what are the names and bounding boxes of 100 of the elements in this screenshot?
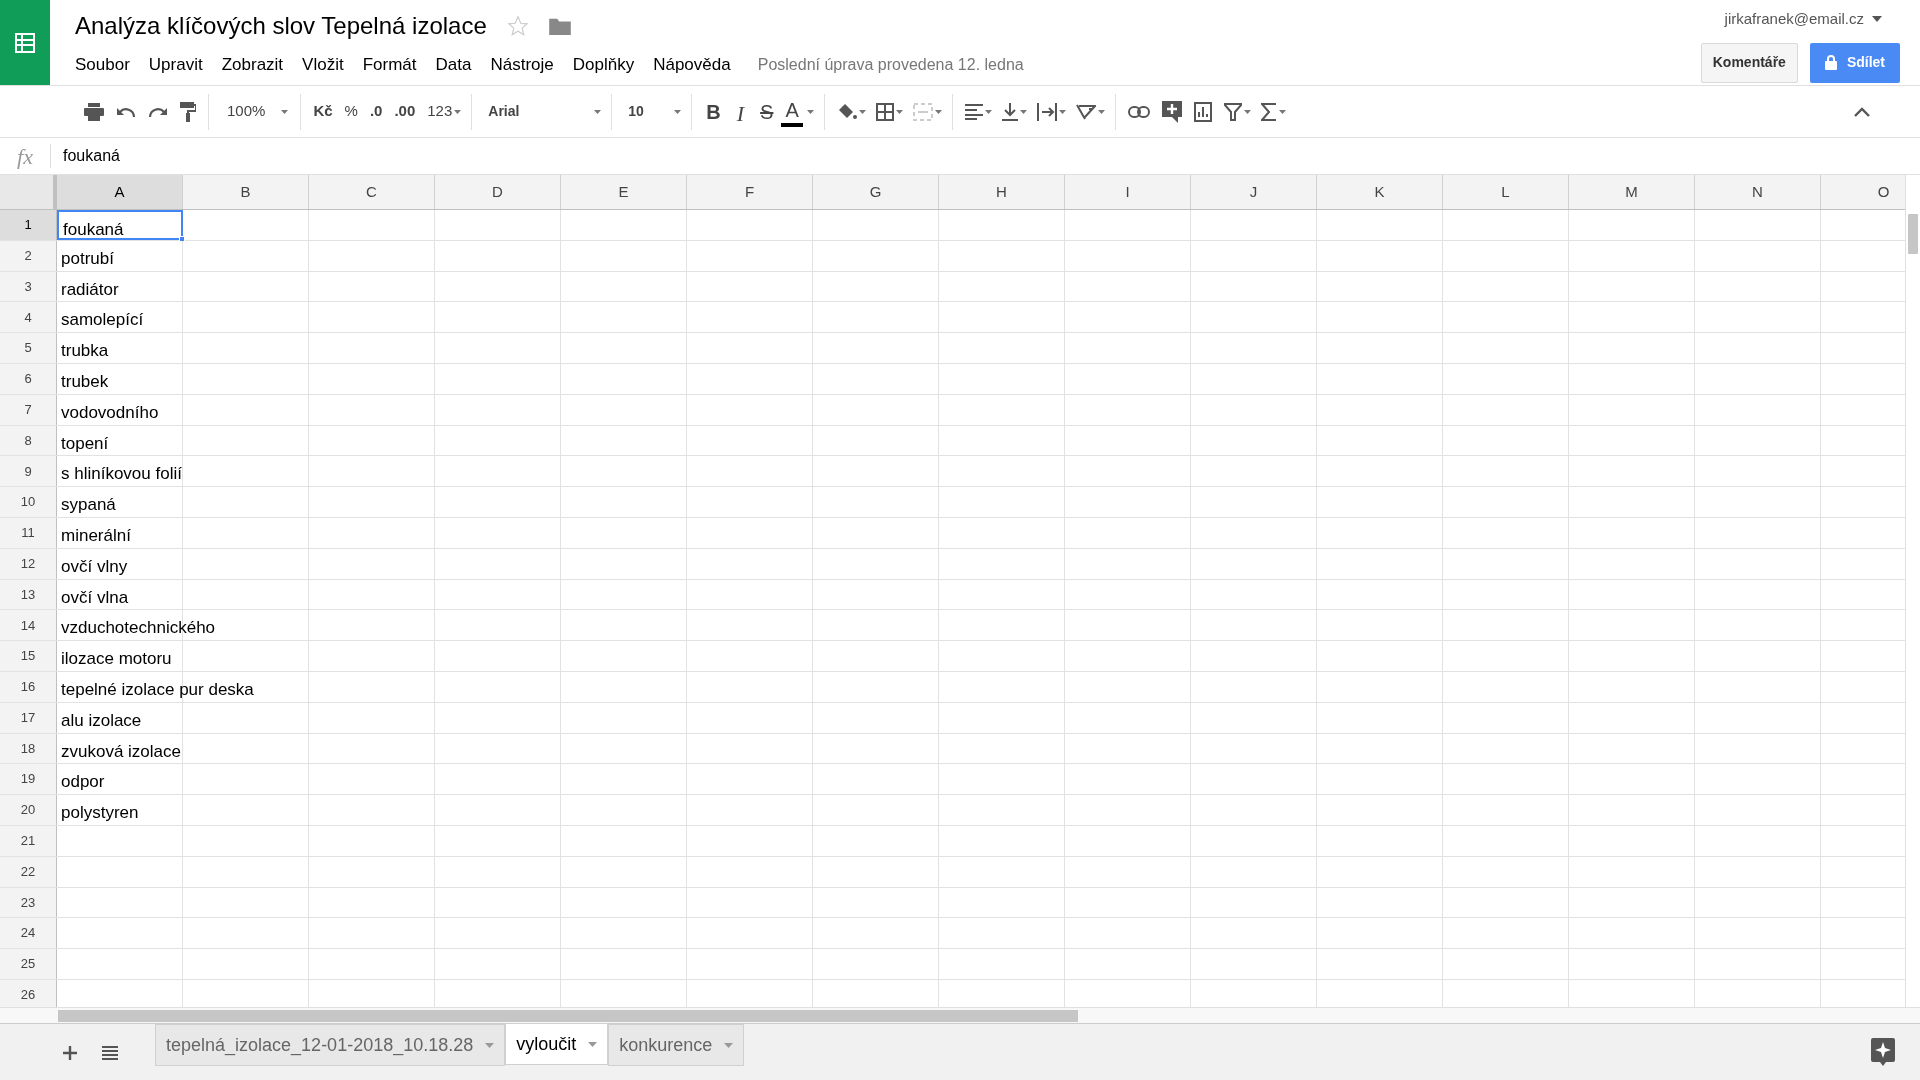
row-header[interactable]: 16 [0, 671, 57, 702]
row-header[interactable]: 12 [0, 548, 57, 579]
column-header[interactable]: I [1065, 175, 1191, 209]
row-header[interactable]: 11 [0, 517, 57, 548]
row-header[interactable]: 22 [0, 856, 57, 887]
column-header[interactable]: H [939, 175, 1065, 209]
cell-text[interactable]: topení [61, 430, 109, 457]
menu-item[interactable]: Nápověda [653, 52, 731, 78]
cell-text[interactable]: s hliníkovou folií [61, 461, 182, 487]
row-header[interactable]: 7 [0, 394, 57, 425]
caret-icon[interactable] [984, 109, 992, 114]
row-header[interactable]: 6 [0, 364, 57, 394]
sheet-tab[interactable]: konkurence [608, 1024, 745, 1066]
caret-icon[interactable] [1278, 109, 1286, 114]
vertical-scrollbar[interactable] [1905, 175, 1920, 1007]
row-header[interactable]: 19 [0, 764, 57, 795]
caret-icon[interactable] [858, 109, 866, 114]
cell-text[interactable]: vzduchotechnického [61, 615, 216, 641]
row-header[interactable]: 8 [0, 425, 57, 456]
cell-text[interactable]: ilozace motoru [61, 646, 172, 672]
row-header[interactable]: 23 [0, 887, 57, 918]
app-logo[interactable] [0, 0, 50, 85]
caret-icon[interactable] [1058, 109, 1066, 114]
caret-icon[interactable] [674, 109, 682, 114]
row-header[interactable]: 21 [0, 825, 57, 856]
last-edit-note[interactable]: Poslední úprava provedena 12. ledna [757, 52, 1024, 77]
cell-text[interactable]: trubka [61, 338, 109, 364]
row-header[interactable]: 24 [0, 918, 57, 949]
caret-icon[interactable] [934, 109, 942, 114]
corner-cell[interactable] [0, 175, 57, 209]
fill-handle[interactable] [179, 235, 185, 242]
row-header[interactable]: 15 [0, 641, 57, 671]
row-header[interactable]: 17 [0, 702, 57, 733]
caret-icon[interactable] [594, 109, 602, 114]
cell-text[interactable]: polystyren [61, 800, 139, 826]
menu-item[interactable]: Formát [362, 52, 417, 78]
cell-text[interactable]: alu izolace [61, 707, 142, 734]
row-header[interactable]: 1 [0, 210, 57, 240]
row-header[interactable]: 18 [0, 733, 57, 764]
menu-item[interactable]: Upravit [148, 52, 203, 78]
caret-icon[interactable] [1097, 109, 1105, 114]
row-header[interactable]: 25 [0, 949, 57, 979]
comments-button[interactable]: Komentáře [1700, 42, 1798, 83]
column-header[interactable]: L [1443, 175, 1569, 209]
star-icon[interactable] [506, 15, 529, 37]
cell-text[interactable]: ovčí vlny [61, 553, 128, 580]
caret-icon[interactable] [806, 109, 814, 114]
row-header[interactable]: 10 [0, 487, 57, 517]
caret-icon[interactable] [1019, 109, 1027, 114]
sheet-tab[interactable]: vyloučit [505, 1023, 609, 1065]
formula-input[interactable]: foukaná [51, 144, 120, 168]
scroll-thumb[interactable] [1908, 214, 1918, 254]
column-header[interactable]: G [813, 175, 939, 209]
menu-item[interactable]: Data [435, 52, 472, 78]
menu-item[interactable]: Doplňky [572, 52, 635, 78]
row-header[interactable]: 20 [0, 795, 57, 825]
column-header[interactable]: B [183, 175, 309, 209]
caret-icon[interactable] [454, 109, 462, 114]
menu-item[interactable]: Nástroje [490, 52, 554, 78]
row-header[interactable]: 26 [0, 979, 57, 1007]
column-header[interactable]: C [309, 175, 435, 209]
font-dropdown[interactable]: Arial [478, 96, 599, 127]
cell-text[interactable]: radiátor [61, 276, 119, 303]
row-header[interactable]: 5 [0, 333, 57, 363]
caret-icon[interactable] [1243, 109, 1251, 114]
increase-decimals-button[interactable]: .00 [388, 96, 422, 127]
row-header[interactable]: 3 [0, 271, 57, 302]
menu-item[interactable]: Zobrazit [221, 52, 284, 78]
row-header[interactable]: 9 [0, 456, 57, 487]
number-format-dropdown[interactable]: 123 [421, 96, 459, 127]
cell-text[interactable]: ovčí vlna [61, 584, 129, 611]
caret-icon[interactable] [1872, 16, 1882, 23]
sheet-tab[interactable]: tepelná_izolace_12-01-2018_10.18.28 [155, 1024, 506, 1066]
column-header[interactable]: J [1191, 175, 1317, 209]
zoom-dropdown[interactable]: 100% [221, 96, 272, 127]
menu-item[interactable]: Soubor [75, 52, 130, 78]
menu-item[interactable]: Vložit [302, 52, 344, 78]
cell-text[interactable]: foukaná [63, 217, 124, 243]
column-header[interactable]: F [687, 175, 813, 209]
cell-text[interactable]: samolepící [61, 307, 144, 333]
folder-icon[interactable] [548, 17, 571, 35]
row-header[interactable]: 13 [0, 579, 57, 610]
cell-text[interactable]: sypaná [61, 492, 116, 518]
account-email[interactable]: jirkafranek@email.cz [1724, 8, 1864, 31]
cell-text[interactable]: trubek [61, 369, 109, 395]
italic-button[interactable]: I [730, 96, 751, 127]
cell-text[interactable]: zvuková izolace [61, 738, 181, 765]
column-header[interactable]: A [57, 175, 183, 209]
explore-icon[interactable] [1871, 1038, 1895, 1066]
strikethrough-button[interactable]: S [754, 96, 780, 127]
column-header[interactable]: E [561, 175, 687, 209]
add-sheet-icon[interactable] [63, 1046, 77, 1060]
column-header[interactable]: M [1569, 175, 1695, 209]
decrease-decimals-button[interactable]: .0 [363, 96, 389, 127]
cell-text[interactable]: minerální [61, 522, 131, 549]
cell-text[interactable]: potrubí [61, 245, 114, 272]
column-header[interactable]: D [435, 175, 561, 209]
row-header[interactable]: 14 [0, 610, 57, 641]
row-header[interactable]: 2 [0, 240, 57, 271]
font-size-dropdown[interactable]: 10 [618, 96, 679, 127]
